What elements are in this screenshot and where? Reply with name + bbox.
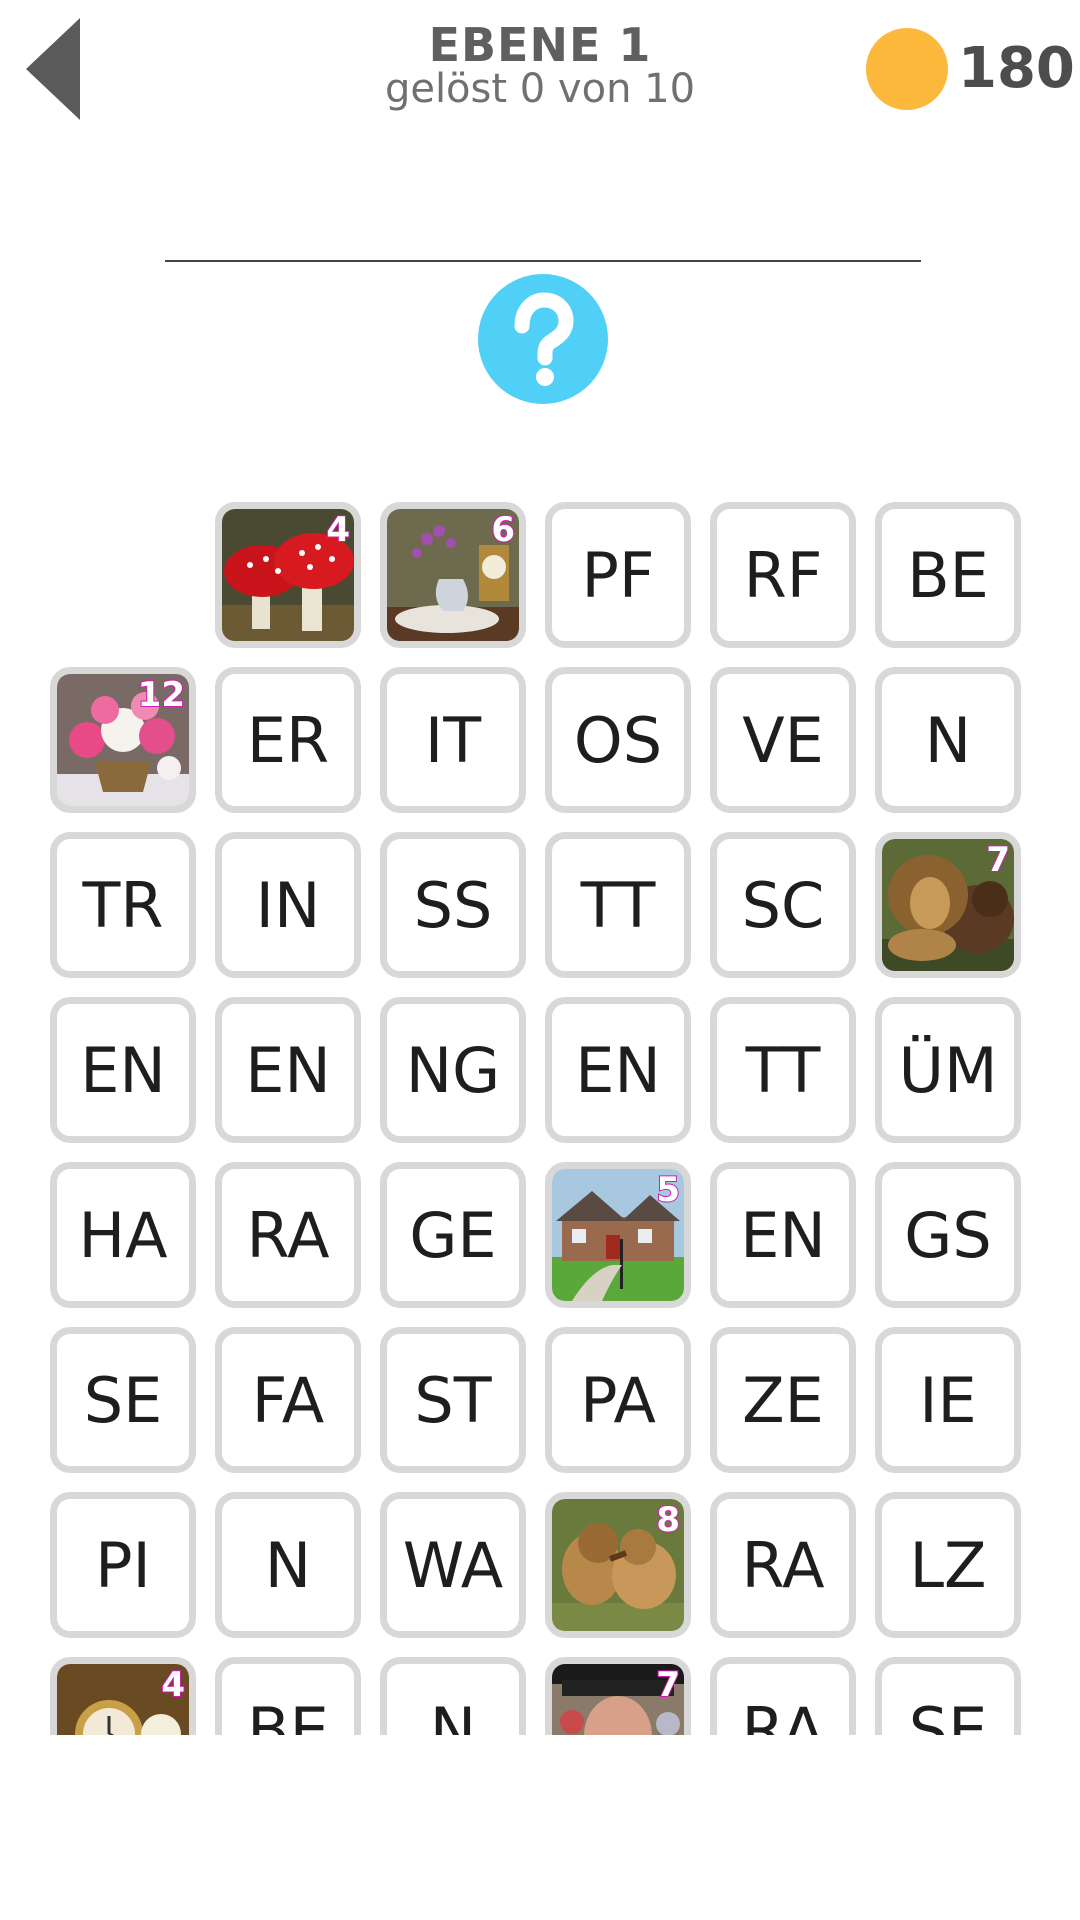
letter-tile-text: EN <box>245 1033 331 1107</box>
letter-tile[interactable]: IT <box>380 667 526 813</box>
letter-tile[interactable]: SS <box>380 832 526 978</box>
picture-letter-count: 7 <box>985 840 1011 880</box>
picture-letter-count: 4 <box>160 1665 186 1705</box>
letter-tile-text: IN <box>255 868 321 942</box>
letter-tile[interactable]: EN <box>545 997 691 1143</box>
picture-tile[interactable]: 7 <box>875 832 1021 978</box>
letter-tile[interactable]: LZ <box>875 1492 1021 1638</box>
letter-tile-text: RA <box>741 1693 825 1736</box>
letter-tile-text: TR <box>82 868 164 942</box>
picture-letter-count: 5 <box>655 1170 681 1210</box>
picture-tile[interactable]: 4 <box>50 1657 196 1735</box>
letter-tile-text: LZ <box>909 1528 987 1602</box>
letter-tile[interactable]: N <box>380 1657 526 1735</box>
letter-tile-text: PA <box>580 1363 656 1437</box>
picture-letter-count: 7 <box>655 1665 681 1705</box>
bottom-area <box>0 1735 1080 1920</box>
letter-tile[interactable]: GS <box>875 1162 1021 1308</box>
letter-tile-text: BE <box>907 538 989 612</box>
letter-tile[interactable]: IE <box>875 1327 1021 1473</box>
letter-tile-text: EN <box>80 1033 166 1107</box>
letter-tile-text: SE <box>83 1363 163 1437</box>
picture-tile[interactable]: 4 <box>215 502 361 648</box>
letter-tile-text: FA <box>251 1363 325 1437</box>
letter-tile[interactable]: SC <box>710 832 856 978</box>
letter-tile[interactable]: ZE <box>710 1327 856 1473</box>
letter-tile[interactable]: RA <box>710 1492 856 1638</box>
letter-tile[interactable]: RA <box>215 1162 361 1308</box>
picture-letter-count: 8 <box>655 1500 681 1540</box>
letter-tile[interactable]: TT <box>545 832 691 978</box>
letter-tile-text: SC <box>741 868 825 942</box>
letter-tile-text: ST <box>414 1363 492 1437</box>
picture-tile[interactable]: 7 <box>545 1657 691 1735</box>
letter-tile-text: RA <box>741 1528 825 1602</box>
letter-tile-text: GS <box>904 1198 992 1272</box>
letter-tile-text: TT <box>745 1033 821 1107</box>
letter-tile[interactable]: NG <box>380 997 526 1143</box>
letter-tile-text: ER <box>246 703 330 777</box>
letter-tile[interactable]: BE <box>875 502 1021 648</box>
letter-tile[interactable]: N <box>215 1492 361 1638</box>
letter-tile-text: PI <box>95 1528 151 1602</box>
letter-tile-text: NG <box>405 1033 501 1107</box>
letter-tile[interactable]: WA <box>380 1492 526 1638</box>
letter-tile-text: TT <box>580 868 656 942</box>
letter-tile[interactable]: N <box>875 667 1021 813</box>
letter-tile[interactable]: ER <box>215 667 361 813</box>
letter-tile[interactable]: IN <box>215 832 361 978</box>
letter-tile[interactable]: TT <box>710 997 856 1143</box>
picture-tile[interactable]: 12 <box>50 667 196 813</box>
letter-tile-text: ZE <box>742 1363 824 1437</box>
letter-tile-text: HA <box>78 1198 168 1272</box>
letter-tile[interactable]: GE <box>380 1162 526 1308</box>
tile-board: 4 6 PF RF BE 12 ER IT OS VE N TR IN SS TT SC 7 EN EN NG E… <box>0 0 1080 1735</box>
letter-tile-text: PF <box>581 538 655 612</box>
letter-tile[interactable]: OS <box>545 667 691 813</box>
letter-tile[interactable]: ST <box>380 1327 526 1473</box>
letter-tile-text: SS <box>413 868 493 942</box>
letter-tile[interactable]: EN <box>215 997 361 1143</box>
letter-tile-text: RA <box>246 1198 330 1272</box>
letter-tile-text: BE <box>247 1693 329 1736</box>
letter-tile-text: EN <box>740 1198 826 1272</box>
letter-tile[interactable]: HA <box>50 1162 196 1308</box>
letter-tile[interactable]: EN <box>50 997 196 1143</box>
picture-tile[interactable]: 5 <box>545 1162 691 1308</box>
letter-tile-text: WA <box>402 1528 504 1602</box>
letter-tile-text: IE <box>919 1363 977 1437</box>
letter-tile[interactable]: PA <box>545 1327 691 1473</box>
picture-letter-count: 6 <box>490 510 516 550</box>
letter-tile[interactable]: PI <box>50 1492 196 1638</box>
picture-letter-count: 4 <box>325 510 351 550</box>
letter-tile[interactable]: FA <box>215 1327 361 1473</box>
letter-tile[interactable]: EN <box>710 1162 856 1308</box>
letter-tile[interactable]: SE <box>875 1657 1021 1735</box>
letter-tile-text: VE <box>742 703 824 777</box>
letter-tile-text: OS <box>573 703 663 777</box>
letter-tile[interactable]: VE <box>710 667 856 813</box>
letter-tile-text: GE <box>409 1198 497 1272</box>
letter-tile-text: EN <box>575 1033 661 1107</box>
letter-tile-text: IT <box>424 703 482 777</box>
picture-tile[interactable]: 6 <box>380 502 526 648</box>
letter-tile[interactable]: SE <box>50 1327 196 1473</box>
letter-tile[interactable]: RF <box>710 502 856 648</box>
picture-tile[interactable]: 8 <box>545 1492 691 1638</box>
letter-tile-text: N <box>429 1693 477 1736</box>
letter-tile-text: RF <box>743 538 823 612</box>
letter-tile[interactable]: PF <box>545 502 691 648</box>
letter-tile-text: SE <box>908 1693 988 1736</box>
letter-tile[interactable]: BE <box>215 1657 361 1735</box>
picture-letter-count: 12 <box>137 675 186 715</box>
letter-tile[interactable]: TR <box>50 832 196 978</box>
letter-tile[interactable]: RA <box>710 1657 856 1735</box>
letter-tile-text: N <box>264 1528 312 1602</box>
letter-tile-text: N <box>924 703 972 777</box>
letter-tile[interactable]: ÜM <box>875 997 1021 1143</box>
letter-tile-text: ÜM <box>898 1033 998 1107</box>
